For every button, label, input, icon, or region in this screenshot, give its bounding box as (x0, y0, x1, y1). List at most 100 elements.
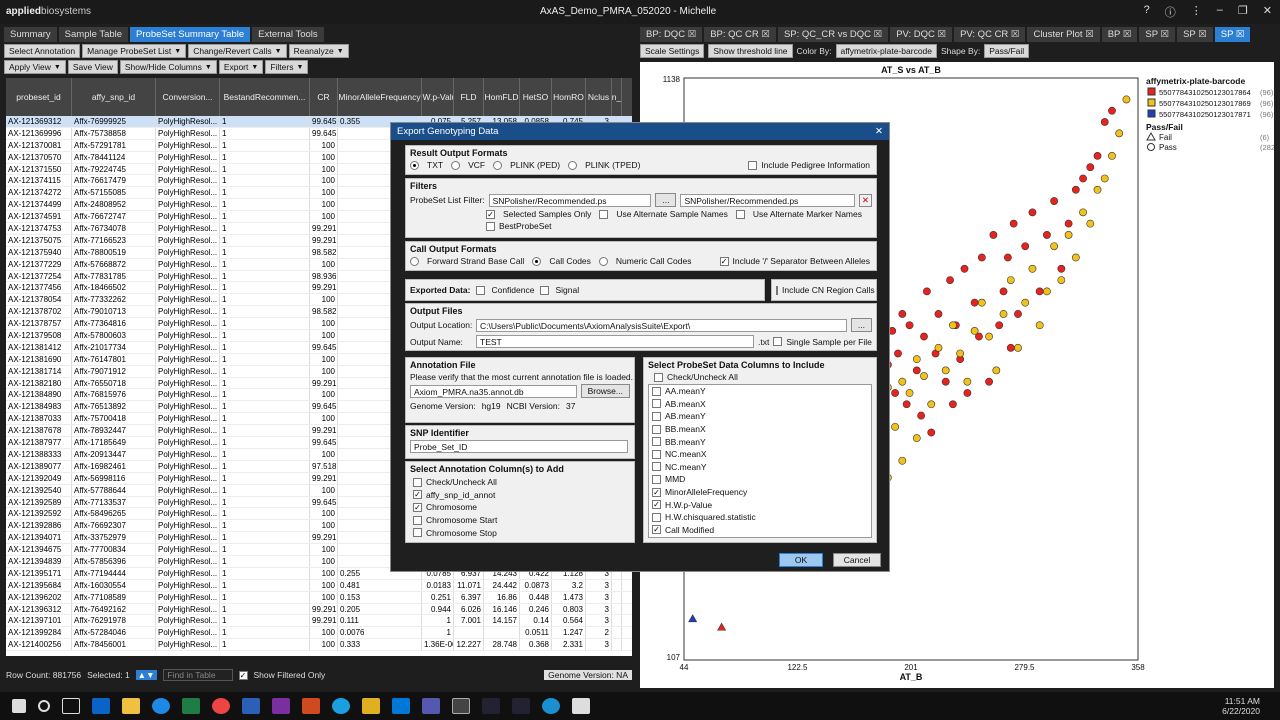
toolbar-save-view-button[interactable]: Save View (67, 60, 118, 74)
plot-tab-8[interactable]: SP ☒ (1177, 27, 1213, 42)
probeset-column-item[interactable]: AA.meanY (649, 385, 871, 398)
checkbox[interactable]: ✓ (652, 525, 661, 535)
file-explorer-icon[interactable] (122, 698, 140, 714)
annotation-column-item[interactable]: ✓ affy_snp_id_annot (410, 489, 630, 502)
shape-by-select[interactable]: Pass/Fail (984, 44, 1030, 58)
plot-tab-3[interactable]: PV: DQC ☒ (890, 27, 953, 42)
checkbox[interactable]: ✓ (413, 490, 422, 500)
best-probeset-checkbox[interactable] (486, 221, 495, 231)
probeset-column-item[interactable]: BB.meanX (649, 423, 871, 436)
chevron-down-icon[interactable]: ▼ (275, 48, 282, 55)
task-view-icon[interactable] (62, 698, 80, 714)
show-filtered-checkbox[interactable]: ✓ (238, 670, 248, 680)
probeset-column-item[interactable]: ✓ MinorAlleleFrequency (649, 486, 871, 499)
find-in-table-input[interactable]: Find in Table (162, 669, 233, 681)
output-location-browse-button[interactable]: ... (850, 318, 872, 332)
checkbox[interactable] (413, 515, 422, 525)
toolbar-apply-view-button[interactable]: Apply View ▼ (4, 60, 66, 74)
checkbox[interactable] (413, 528, 422, 538)
annotation-column-item[interactable]: Chromosome Stop (410, 526, 630, 539)
chevron-down-icon[interactable]: ▼ (251, 64, 258, 71)
minimize-icon[interactable]: – (1217, 4, 1223, 20)
call-format-radio[interactable] (598, 256, 608, 266)
snp-identifier-select[interactable]: Probe_Set_ID (410, 440, 628, 453)
chrome-icon[interactable] (212, 698, 230, 714)
checkbox[interactable] (652, 437, 661, 447)
probeset-column-item[interactable]: MMD (649, 473, 871, 486)
checkbox[interactable]: ✓ (652, 487, 661, 497)
app-icon[interactable] (362, 698, 380, 714)
probeset-column-item[interactable]: BB.meanY (649, 435, 871, 448)
app-icon-2[interactable] (542, 698, 560, 714)
probeset-column-item[interactable]: AB.meanY (649, 410, 871, 423)
checkbox[interactable] (652, 386, 661, 396)
tab-external-tools[interactable]: External Tools (252, 27, 324, 42)
probeset-column-item[interactable]: NC.meanX (649, 448, 871, 461)
alt-sample-names-checkbox[interactable] (599, 209, 609, 219)
alt-marker-names-checkbox[interactable] (735, 209, 745, 219)
output-name-input[interactable]: TEST (476, 335, 754, 348)
checkbox[interactable] (652, 399, 661, 409)
browse-button[interactable]: Browse... (580, 384, 630, 398)
plot-tab-0[interactable]: BP: DQC ☒ (640, 27, 703, 42)
nav-up-icon[interactable]: ▲▼ (135, 670, 157, 680)
dialog-close-icon[interactable]: ✕ (875, 126, 883, 137)
plot-tab-7[interactable]: SP ☒ (1139, 27, 1176, 42)
axas-icon-2[interactable] (482, 698, 500, 714)
onenote-icon[interactable] (272, 698, 290, 714)
probeset-column-item[interactable]: ✓ H.W.p-Value (649, 498, 871, 511)
selected-samples-checkbox[interactable]: ✓ (486, 209, 495, 219)
plot-tab-5[interactable]: Cluster Plot ☒ (1027, 27, 1100, 42)
scale-settings-button[interactable]: Scale Settings (640, 44, 705, 58)
checkbox[interactable] (652, 474, 661, 484)
toolbar-filters-button[interactable]: Filters ▼ (265, 60, 309, 74)
probeset-column-item[interactable]: AB.meanX (649, 398, 871, 411)
toolbar-change-revert-calls-button[interactable]: Change/Revert Calls ▼ (188, 44, 287, 58)
output-location-input[interactable]: C:\Users\Public\Documents\AxiomAnalysisS… (476, 318, 847, 332)
clock[interactable]: 11:51 AM 6/22/2020 (1222, 696, 1260, 716)
table-row[interactable]: AX-121400256 Affx-78456001 PolyHighResol..… (6, 639, 632, 652)
plot-tab-1[interactable]: BP: QC CR ☒ (704, 27, 776, 42)
annotation-column-item[interactable]: Chromosome Start (410, 514, 630, 527)
annotation-column-item[interactable]: Check/Uncheck All (410, 476, 630, 489)
toolbar-export-button[interactable]: Export ▼ (218, 60, 264, 74)
powerpoint-icon[interactable] (302, 698, 320, 714)
checkbox[interactable]: ✓ (413, 502, 422, 512)
tab-probeset-summary-table[interactable]: ProbeSet Summary Table (130, 27, 251, 42)
column-header[interactable]: HetSO (520, 78, 552, 116)
menu-icon[interactable]: ⋮ (1191, 4, 1202, 20)
include-pedigree-checkbox[interactable] (748, 160, 758, 170)
include-separator-checkbox[interactable]: ✓ (719, 256, 729, 266)
column-header[interactable]: probeset_id (6, 78, 72, 116)
checkbox[interactable] (652, 411, 661, 421)
toolbar-select-annotation-button[interactable]: Select Annotation (4, 44, 81, 58)
column-header[interactable]: HomFLD (484, 78, 520, 116)
cancel-button[interactable]: Cancel (833, 553, 881, 567)
table-row[interactable]: AX-121397101 Affx-76291978 PolyHighResol..… (6, 615, 632, 628)
probeset-column-item[interactable]: ✓ Call Modified (649, 524, 871, 537)
axas-icon[interactable] (452, 698, 470, 714)
chevron-down-icon[interactable]: ▼ (54, 64, 61, 71)
checkbox[interactable] (652, 424, 661, 434)
column-header[interactable]: affy_snp_id (72, 78, 156, 116)
column-header[interactable]: H.W.p-Value (422, 78, 454, 116)
table-row[interactable]: AX-121396312 Affx-76492162 PolyHighResol..… (6, 603, 632, 616)
axas-icon-3[interactable] (512, 698, 530, 714)
toolbar-reanalyze-button[interactable]: Reanalyze ▼ (288, 44, 349, 58)
table-row[interactable]: AX-121395684 Affx-16030554 PolyHighResol..… (6, 579, 632, 592)
chevron-down-icon[interactable]: ▼ (296, 64, 303, 71)
annotation-column-item[interactable]: ✓ Chromosome (410, 501, 630, 514)
format-radio[interactable] (493, 160, 503, 170)
chevron-down-icon[interactable]: ▼ (174, 48, 181, 55)
column-header[interactable]: n_ (612, 78, 622, 116)
plot-tab-9[interactable]: SP ☒ (1214, 27, 1251, 42)
annotation-file-select[interactable]: Axiom_PMRA.na35.annot.db (410, 384, 577, 398)
confidence-checkbox[interactable] (476, 285, 486, 295)
plot-tab-4[interactable]: PV: QC CR ☒ (954, 27, 1026, 42)
checkbox[interactable] (652, 512, 661, 522)
column-header[interactable]: MinorAlleleFrequency (338, 78, 422, 116)
toolbar-manage-probeset-list-button[interactable]: Manage ProbeSet List ▼ (82, 44, 187, 58)
plot-tab-2[interactable]: SP: QC_CR vs DQC ☒ (777, 27, 889, 42)
probeset-filter-browse-button[interactable]: ... (655, 193, 677, 207)
skype-icon[interactable] (332, 698, 350, 714)
